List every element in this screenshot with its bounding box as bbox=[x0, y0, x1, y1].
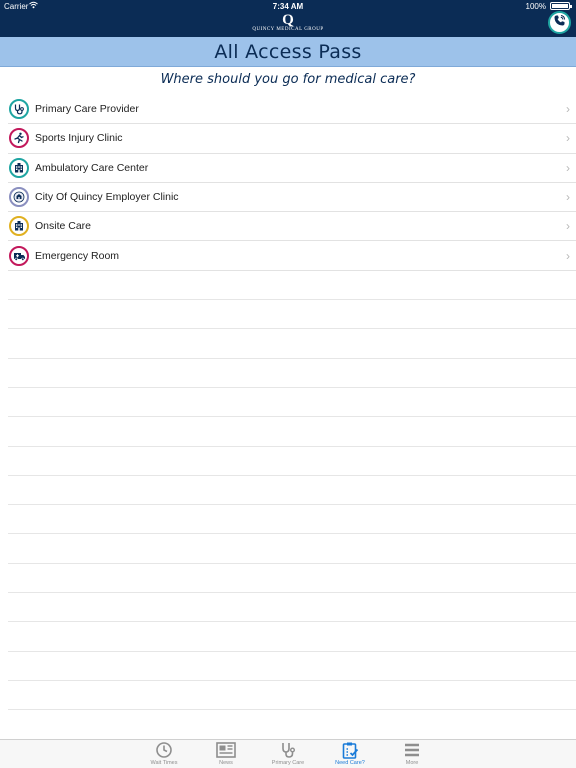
list-item-label: Primary Care Provider bbox=[35, 103, 139, 116]
quincy-logo: Q QUINCY MEDICAL GROUP bbox=[0, 12, 576, 33]
tab-label: More bbox=[405, 760, 419, 766]
chevron-right-icon: › bbox=[566, 219, 570, 234]
care-options-list: Primary Care Provider › Sports Injury Cl… bbox=[8, 95, 576, 740]
chevron-right-icon: › bbox=[566, 131, 570, 146]
tab-label: News bbox=[219, 760, 233, 766]
battery-percent: 100% bbox=[525, 2, 546, 11]
empty-row bbox=[8, 300, 576, 330]
tab-label: Primary Care bbox=[271, 760, 305, 766]
logo-name: QUINCY MEDICAL GROUP bbox=[252, 27, 324, 32]
status-bar: Carrier 7:34 AM 100% bbox=[0, 0, 576, 12]
empty-row bbox=[8, 652, 576, 681]
list-item-label: Emergency Room bbox=[35, 249, 120, 262]
chevron-right-icon: › bbox=[566, 102, 570, 117]
menu-icon bbox=[382, 741, 442, 759]
empty-row bbox=[8, 447, 576, 476]
list-item-primary-care-provider[interactable]: Primary Care Provider › bbox=[8, 95, 576, 125]
page-title: All Access Pass bbox=[214, 41, 362, 63]
newspaper-icon bbox=[196, 741, 256, 759]
tab-need-care[interactable]: Need Care? bbox=[320, 741, 380, 766]
app-screen: Carrier 7:34 AM 100% Q QUINCY MEDICAL GR… bbox=[0, 0, 576, 768]
logo-letter: Q bbox=[282, 12, 294, 28]
list-item-label: Sports Injury Clinic bbox=[35, 132, 123, 145]
empty-row bbox=[8, 417, 576, 447]
empty-row bbox=[8, 710, 576, 740]
tab-news[interactable]: News bbox=[196, 741, 256, 766]
empty-row bbox=[8, 622, 576, 652]
ambulance-icon bbox=[9, 245, 29, 266]
list-item-label: Onsite Care bbox=[35, 220, 92, 233]
empty-row bbox=[8, 534, 576, 564]
list-item-onsite-care[interactable]: Onsite Care › bbox=[8, 212, 576, 242]
empty-row bbox=[8, 476, 576, 506]
list-item-city-of-quincy-employer-clinic[interactable]: City Of Quincy Employer Clinic › bbox=[8, 183, 576, 213]
clock-icon bbox=[134, 741, 194, 759]
stethoscope-icon bbox=[9, 99, 29, 120]
call-button[interactable] bbox=[548, 11, 571, 34]
chevron-right-icon: › bbox=[566, 248, 570, 263]
list-item-ambulatory-care-center[interactable]: Ambulatory Care Center › bbox=[8, 154, 576, 183]
running-person-icon bbox=[9, 128, 29, 149]
empty-row bbox=[8, 359, 576, 388]
battery-icon bbox=[550, 2, 572, 10]
building-icon bbox=[9, 157, 29, 178]
stethoscope-icon bbox=[258, 741, 318, 759]
empty-row bbox=[8, 388, 576, 418]
list-item-sports-injury-clinic[interactable]: Sports Injury Clinic › bbox=[8, 124, 576, 154]
building-icon bbox=[9, 216, 29, 237]
tab-wait-times[interactable]: Wait Times bbox=[134, 741, 194, 766]
tab-label: Wait Times bbox=[150, 760, 178, 766]
tab-bar: Wait Times News Primary Care Need Care? … bbox=[0, 739, 576, 768]
header-bar: Carrier 7:34 AM 100% Q QUINCY MEDICAL GR… bbox=[0, 0, 576, 37]
tab-more[interactable]: More bbox=[382, 741, 442, 766]
empty-row bbox=[8, 681, 576, 711]
empty-row bbox=[8, 593, 576, 623]
page-subtitle: Where should you go for medical care? bbox=[160, 72, 416, 87]
phone-icon bbox=[553, 14, 566, 32]
empty-row bbox=[8, 564, 576, 594]
list-item-emergency-room[interactable]: Emergency Room › bbox=[8, 241, 576, 271]
list-item-label: City Of Quincy Employer Clinic bbox=[35, 191, 179, 204]
chevron-right-icon: › bbox=[566, 190, 570, 205]
clipboard-check-icon bbox=[320, 741, 380, 759]
chevron-right-icon: › bbox=[566, 160, 570, 175]
list-item-label: Ambulatory Care Center bbox=[35, 161, 149, 174]
empty-row bbox=[8, 505, 576, 535]
tab-label: Need Care? bbox=[335, 760, 365, 766]
status-time: 7:34 AM bbox=[272, 2, 304, 11]
empty-row bbox=[8, 329, 576, 359]
city-seal-icon bbox=[9, 187, 29, 208]
tab-primary-care[interactable]: Primary Care bbox=[258, 741, 318, 766]
empty-row bbox=[8, 271, 576, 301]
title-band: All Access Pass bbox=[0, 37, 576, 67]
